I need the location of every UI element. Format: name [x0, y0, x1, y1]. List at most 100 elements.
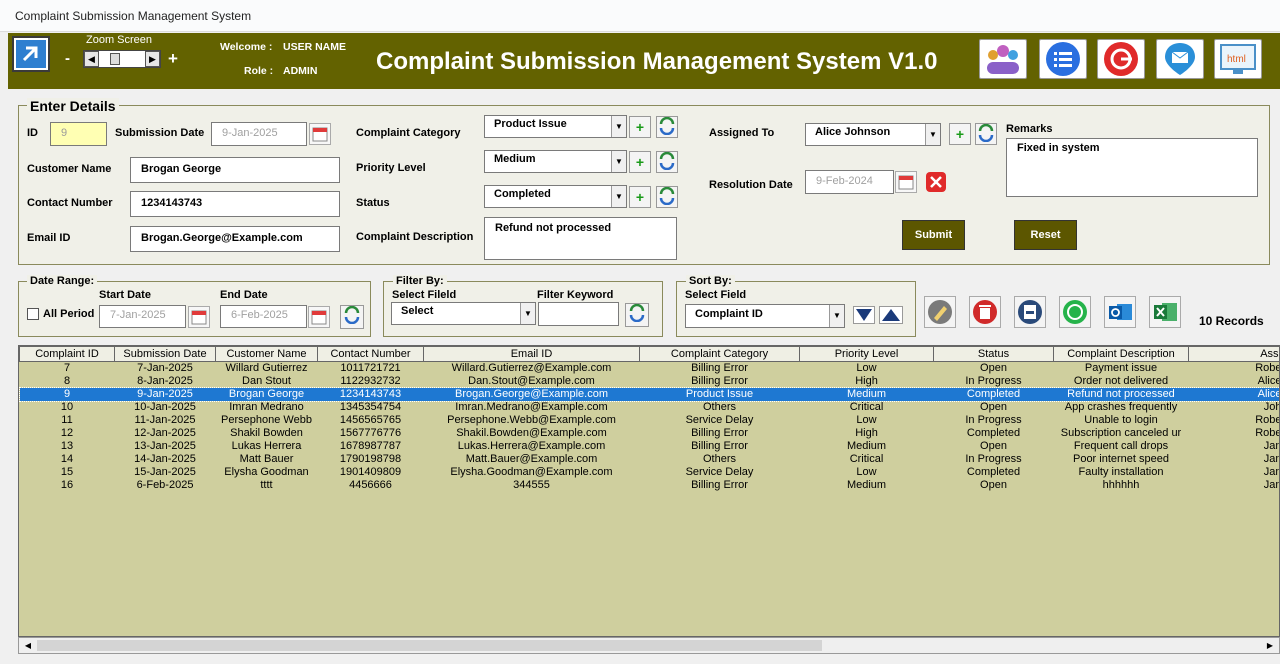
list-button[interactable] [1039, 39, 1087, 79]
customer-name-field[interactable]: Brogan George [130, 157, 340, 183]
table-row[interactable]: 15 15-Jan-2025 Elysha Goodman 1901409809 Ely… [20, 466, 1279, 479]
table-row[interactable]: 13 13-Jan-2025 Lukas Herrera 1678987787 Luka… [20, 440, 1279, 453]
start-date-field[interactable]: 7-Jan-2025 [99, 305, 186, 328]
zoom-slider[interactable]: ◀ ▶ [83, 50, 161, 68]
table-row[interactable]: 9 9-Jan-2025 Brogan George 1234143743 Brogan… [19, 387, 1279, 402]
column-header[interactable]: Submission Date [114, 346, 216, 362]
delete-button[interactable] [969, 296, 1001, 328]
column-header[interactable]: Complaint Category [639, 346, 800, 362]
zoom-out-button[interactable]: - [65, 50, 70, 67]
excel-export-button[interactable] [1149, 296, 1181, 328]
remarks-field[interactable]: Fixed in system [1006, 138, 1258, 197]
zoom-slider-thumb[interactable] [110, 53, 120, 65]
assigned-to-select[interactable]: Alice Johnson ▼ [805, 123, 941, 146]
whatsapp-button[interactable] [1059, 296, 1091, 328]
column-header[interactable]: Status [933, 346, 1054, 362]
filter-keyword-input[interactable] [538, 302, 619, 326]
add-status-button[interactable]: + [629, 186, 651, 208]
email-field[interactable]: Brogan.George@Example.com [130, 226, 340, 252]
logout-icon [1104, 42, 1138, 76]
horizontal-scrollbar[interactable]: ◀ ▶ [18, 637, 1280, 654]
refresh-assignee-button[interactable] [975, 123, 997, 145]
sort-descending-button[interactable] [853, 306, 875, 324]
resolution-date-calendar-button[interactable] [895, 171, 917, 193]
table-row[interactable]: 12 12-Jan-2025 Shakil Bowden 1567776776 Shak… [20, 427, 1279, 440]
contact-number-field[interactable]: 1234143743 [130, 191, 340, 217]
filter-field-select[interactable]: Select ▼ [391, 302, 536, 325]
scroll-left-arrow-icon[interactable]: ◀ [21, 639, 35, 652]
zoom-left-arrow-icon[interactable]: ◀ [84, 51, 99, 67]
column-header[interactable]: Complaint ID [19, 346, 115, 362]
table-cell: Medium [846, 479, 887, 491]
refresh-category-button[interactable] [656, 116, 678, 138]
table-row[interactable]: 10 10-Jan-2025 Imran Medrano 1345354754 Imra… [20, 401, 1279, 414]
refresh-status-button[interactable] [656, 186, 678, 208]
pdf-export-button[interactable] [1014, 296, 1046, 328]
end-date-field[interactable]: 6-Feb-2025 [220, 305, 307, 328]
column-header[interactable]: Priority Level [799, 346, 934, 362]
logout-button[interactable] [1097, 39, 1145, 79]
exit-arrow-icon[interactable] [12, 36, 50, 72]
sort-field-select[interactable]: Complaint ID ▼ [685, 304, 845, 328]
zoom-label: Zoom Screen [86, 34, 153, 46]
priority-level-select[interactable]: Medium ▼ [484, 150, 627, 173]
submit-button[interactable]: Submit [902, 220, 965, 250]
window-title: Complaint Submission Management System [15, 9, 252, 23]
chevron-down-icon[interactable]: ▼ [520, 303, 535, 324]
outlook-icon [1109, 304, 1132, 320]
table-row[interactable]: 11 11-Jan-2025 Persephone Webb 1456565765 Pe… [20, 414, 1279, 427]
table-cell: 12 [60, 427, 74, 439]
complaint-category-select[interactable]: Product Issue ▼ [484, 115, 627, 138]
table-cell: 1234143743 [317, 388, 424, 401]
submission-date-field[interactable]: 9-Jan-2025 [211, 122, 307, 146]
complaints-table[interactable]: Complaint ID Submission Date Customer Na… [18, 345, 1280, 637]
complaint-description-field[interactable]: Refund not processed [484, 217, 677, 260]
column-header[interactable]: Customer Name [215, 346, 318, 362]
add-category-button[interactable]: + [629, 116, 651, 138]
chevron-down-icon[interactable]: ▼ [611, 186, 626, 207]
column-header[interactable]: Email ID [423, 346, 640, 362]
table-cell: Billing Error [691, 427, 748, 439]
email-button[interactable] [1156, 39, 1204, 79]
chevron-down-icon[interactable]: ▼ [925, 124, 940, 145]
start-date-calendar-button[interactable] [188, 306, 210, 328]
zoom-right-arrow-icon[interactable]: ▶ [145, 51, 160, 67]
table-row[interactable]: 8 8-Jan-2025 Dan Stout 1122932732 Dan.Stout@… [20, 375, 1279, 388]
sort-by-legend: Sort By: [686, 275, 735, 287]
table-row[interactable]: 7 7-Jan-2025 Willard Gutierrez 1011721721 Wi… [20, 362, 1279, 376]
refresh-priority-button[interactable] [656, 151, 678, 173]
column-header[interactable]: Assi [1188, 346, 1279, 362]
email-icon [1165, 43, 1195, 75]
clear-resolution-date-button[interactable] [925, 171, 947, 193]
zoom-in-button[interactable]: + [168, 49, 178, 69]
column-header[interactable]: Contact Number [317, 346, 424, 362]
resolution-date-field[interactable]: 9-Feb-2024 [805, 170, 894, 194]
submission-date-calendar-button[interactable] [309, 123, 331, 145]
apply-date-range-button[interactable] [340, 305, 364, 329]
table-row[interactable]: 16 6-Feb-2025 tttt 4456666 344555 Billing Err… [20, 479, 1279, 492]
reset-button[interactable]: Reset [1014, 220, 1077, 250]
table-cell: Medium [799, 388, 934, 401]
close-icon [926, 172, 946, 192]
chevron-down-icon[interactable]: ▼ [611, 116, 626, 137]
edit-button[interactable] [924, 296, 956, 328]
html-button[interactable]: html [1214, 39, 1262, 79]
scroll-right-arrow-icon[interactable]: ▶ [1263, 639, 1277, 652]
end-date-calendar-button[interactable] [308, 306, 330, 328]
date-range-legend: Date Range: [27, 275, 98, 287]
id-field[interactable]: 9 [50, 122, 107, 146]
apply-filter-button[interactable] [625, 303, 649, 327]
column-header[interactable]: Complaint Description [1053, 346, 1189, 362]
all-period-checkbox[interactable] [27, 308, 39, 320]
users-button[interactable] [979, 39, 1027, 79]
chevron-down-icon[interactable]: ▼ [611, 151, 626, 172]
status-select[interactable]: Completed ▼ [484, 185, 627, 208]
add-priority-button[interactable]: + [629, 151, 651, 173]
outlook-button[interactable] [1104, 296, 1136, 328]
chevron-down-icon[interactable]: ▼ [829, 305, 844, 327]
add-assignee-button[interactable]: + [949, 123, 971, 145]
table-row[interactable]: 14 14-Jan-2025 Matt Bauer 1790198798 Matt.Ba… [20, 453, 1279, 466]
scrollbar-thumb[interactable] [37, 640, 822, 651]
sort-ascending-button[interactable] [879, 306, 903, 324]
table-cell: Brogan.George@Example.com [423, 388, 640, 401]
